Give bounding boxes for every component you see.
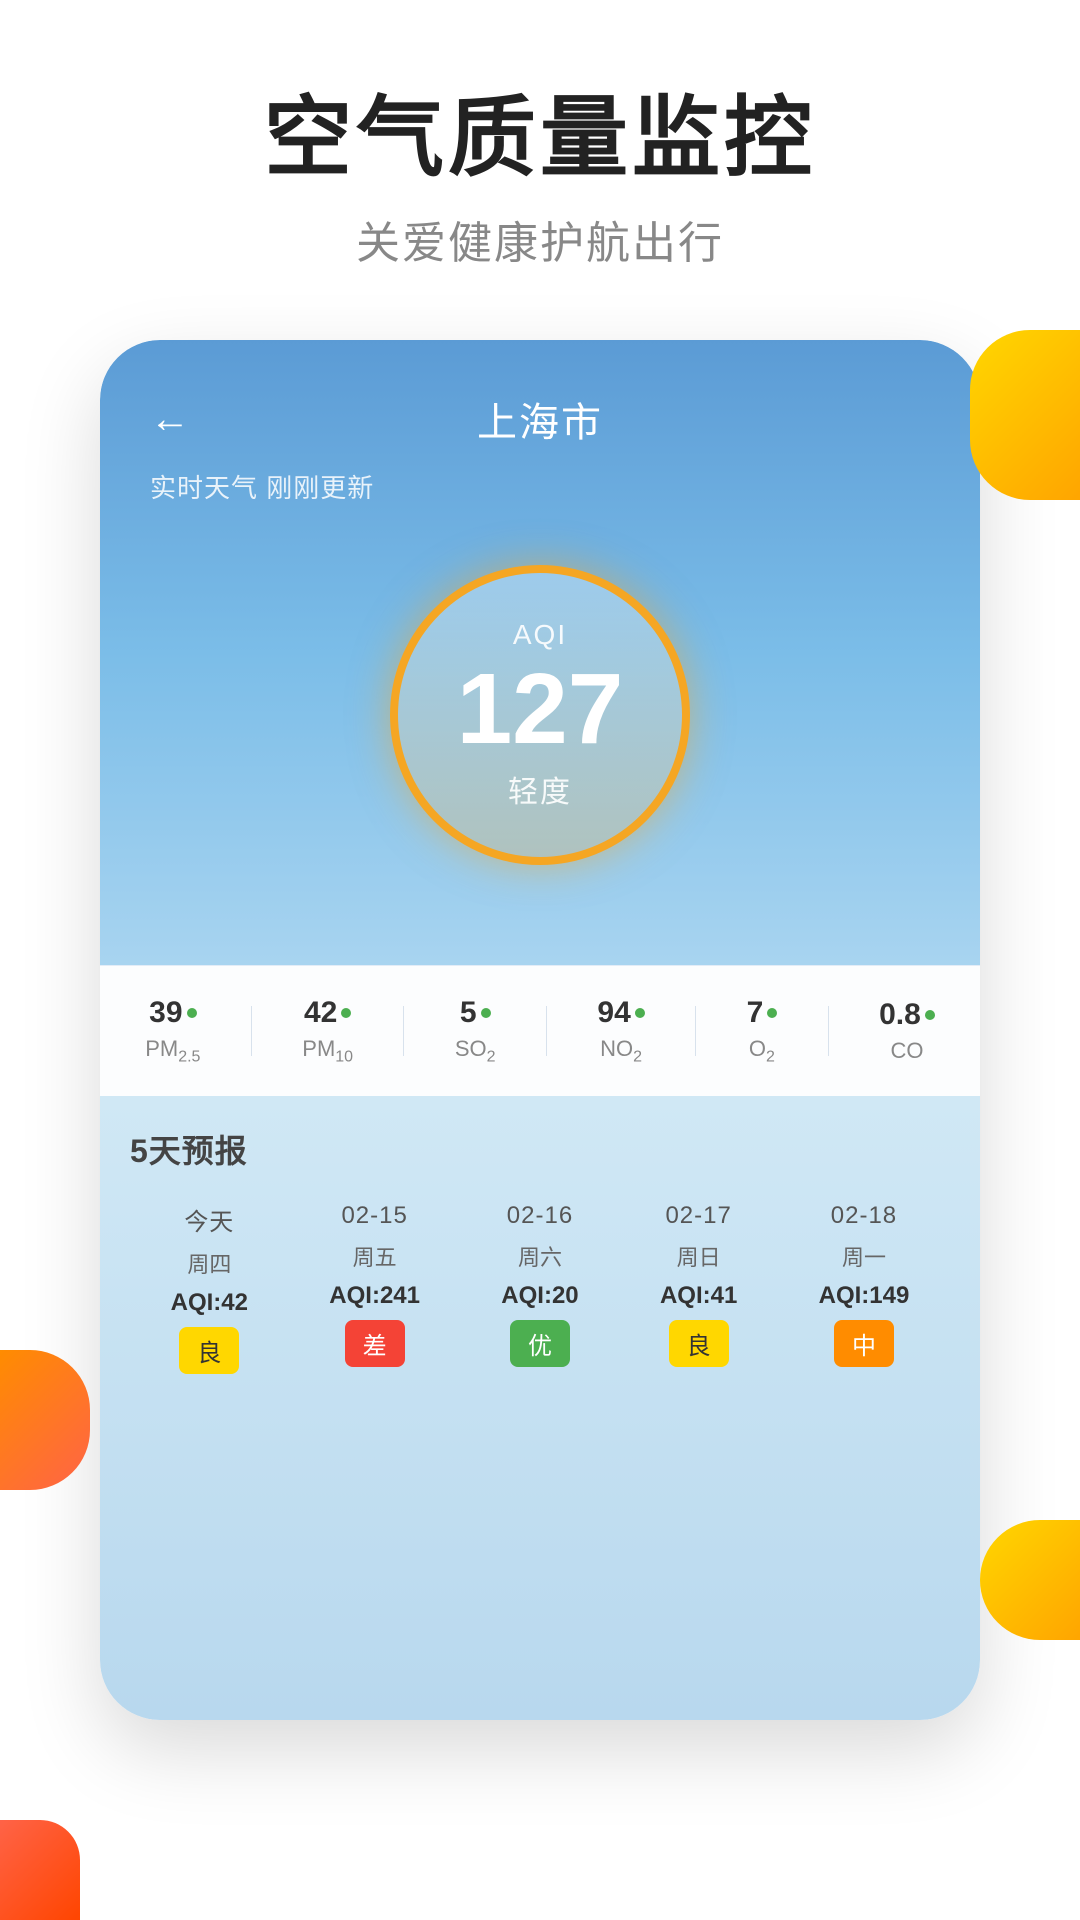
forecast-date-0217: 02-17 — [665, 1202, 731, 1230]
forecast-weekday-0218: 周一 — [842, 1240, 886, 1272]
pm25-label: PM2.5 — [145, 1036, 200, 1066]
pollutant-no2: 94 NO2 — [597, 996, 644, 1066]
forecast-badge-0217: 良 — [669, 1320, 729, 1367]
forecast-item-0217: 02-17 周日 AQI:41 良 — [660, 1202, 737, 1374]
forecast-badge-0216: 优 — [510, 1320, 570, 1367]
decoration-blob-bottom-right — [980, 1520, 1080, 1640]
forecast-aqi-0215: AQI:241 — [329, 1282, 420, 1310]
separator-4 — [695, 1006, 696, 1056]
forecast-title: 5天预报 — [130, 1126, 950, 1172]
co-value: 0.8 — [879, 998, 921, 1032]
forecast-weekday-0215: 周五 — [353, 1240, 397, 1272]
forecast-row: 今天 周四 AQI:42 良 02-15 周五 AQI:241 差 02-16 … — [130, 1202, 950, 1374]
forecast-item-0216: 02-16 周六 AQI:20 优 — [501, 1202, 578, 1374]
pollutant-o2: 7 O2 — [747, 996, 778, 1066]
no2-dot — [635, 1008, 645, 1018]
pm25-dot — [187, 1008, 197, 1018]
pollutant-co: 0.8 CO — [879, 998, 935, 1064]
forecast-item-0218: 02-18 周一 AQI:149 中 — [819, 1202, 910, 1374]
aqi-circle: AQI 127 轻度 — [390, 565, 690, 865]
co-dot — [925, 1010, 935, 1020]
pollutant-so2: 5 SO2 — [455, 996, 496, 1066]
page-subtitle: 关爱健康护航出行 — [60, 207, 1020, 271]
o2-dot — [767, 1008, 777, 1018]
so2-value: 5 — [460, 996, 477, 1030]
city-name: 上海市 — [477, 390, 603, 448]
app-screen: ← 上海市 实时天气 刚刚更新 AQI 127 轻度 39 PM2.5 — [100, 340, 980, 1720]
update-info: 实时天气 刚刚更新 — [150, 468, 930, 505]
forecast-date-0215: 02-15 — [341, 1202, 407, 1230]
forecast-badge-0215: 差 — [345, 1320, 405, 1367]
page-header: 空气质量监控 关爱健康护航出行 — [0, 0, 1080, 331]
pollutant-pm10: 42 PM10 — [302, 996, 353, 1066]
phone-mockup: ← 上海市 实时天气 刚刚更新 AQI 127 轻度 39 PM2.5 — [100, 340, 980, 1720]
forecast-date-0218: 02-18 — [831, 1202, 897, 1230]
so2-label: SO2 — [455, 1036, 496, 1066]
aqi-circle-container: AQI 127 轻度 — [150, 545, 930, 905]
aqi-description: 轻度 — [508, 767, 572, 811]
pm10-value: 42 — [304, 996, 337, 1030]
back-button[interactable]: ← — [150, 397, 190, 442]
no2-label: NO2 — [600, 1036, 642, 1066]
forecast-item-0215: 02-15 周五 AQI:241 差 — [329, 1202, 420, 1374]
aqi-value: 127 — [457, 659, 624, 759]
separator-2 — [403, 1006, 404, 1056]
forecast-item-today: 今天 周四 AQI:42 良 — [171, 1202, 248, 1374]
forecast-date-today: 今天 — [184, 1202, 234, 1237]
decoration-blob-bottom-left — [0, 1350, 90, 1490]
forecast-aqi-today: AQI:42 — [171, 1289, 248, 1317]
no2-value: 94 — [597, 996, 630, 1030]
o2-label: O2 — [749, 1036, 775, 1066]
aqi-label: AQI — [513, 619, 567, 651]
pm10-dot — [341, 1008, 351, 1018]
separator-5 — [828, 1006, 829, 1056]
pollutants-section: 39 PM2.5 42 PM10 5 SO2 — [100, 965, 980, 1096]
forecast-weekday-0217: 周日 — [677, 1240, 721, 1272]
forecast-badge-0218: 中 — [834, 1320, 894, 1367]
forecast-aqi-0216: AQI:20 — [501, 1282, 578, 1310]
forecast-aqi-0218: AQI:149 — [819, 1282, 910, 1310]
forecast-weekday-0216: 周六 — [518, 1240, 562, 1272]
decoration-blob-top-right — [970, 330, 1080, 500]
app-top-section: ← 上海市 实时天气 刚刚更新 AQI 127 轻度 — [100, 340, 980, 965]
forecast-date-0216: 02-16 — [507, 1202, 573, 1230]
forecast-aqi-0217: AQI:41 — [660, 1282, 737, 1310]
app-header: ← 上海市 — [150, 390, 930, 448]
separator-1 — [251, 1006, 252, 1056]
separator-3 — [546, 1006, 547, 1056]
co-label: CO — [890, 1038, 923, 1064]
page-title: 空气质量监控 — [60, 90, 1020, 187]
forecast-badge-today: 良 — [179, 1327, 239, 1374]
forecast-weekday-today: 周四 — [187, 1247, 231, 1279]
pollutant-pm25: 39 PM2.5 — [145, 996, 200, 1066]
so2-dot — [481, 1008, 491, 1018]
pm25-value: 39 — [149, 996, 182, 1030]
o2-value: 7 — [747, 996, 764, 1030]
decoration-blob-red-bottom — [0, 1820, 80, 1920]
forecast-section: 5天预报 今天 周四 AQI:42 良 02-15 周五 AQI:241 差 0… — [100, 1096, 980, 1720]
pm10-label: PM10 — [302, 1036, 353, 1066]
